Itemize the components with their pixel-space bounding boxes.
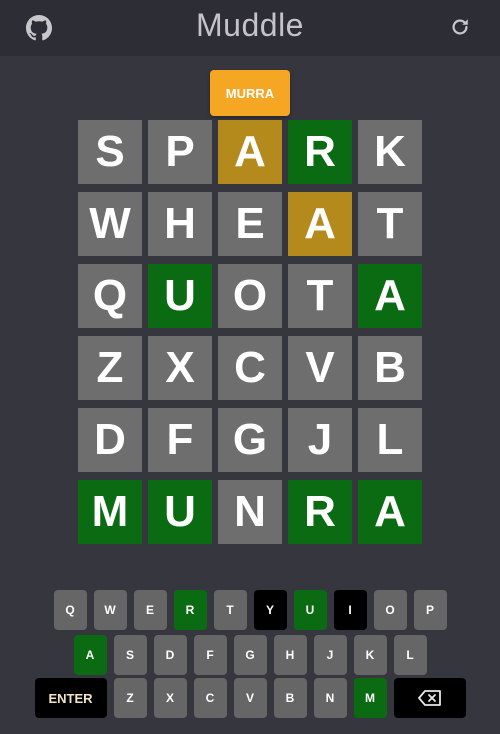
key-i[interactable]: I	[333, 590, 367, 630]
tile-r5-c4: J	[288, 408, 352, 472]
keyboard-row: QWERTYUIOP	[0, 590, 500, 630]
tile-r6-c4: R	[288, 480, 352, 544]
answer-toast: MURRA	[210, 70, 290, 116]
backspace-icon	[417, 690, 441, 706]
tile-r4-c1: Z	[78, 336, 142, 400]
refresh-icon[interactable]	[449, 16, 471, 38]
key-h[interactable]: H	[273, 635, 307, 675]
key-a[interactable]: A	[73, 635, 107, 675]
tile-r4-c2: X	[148, 336, 212, 400]
tile-r1-c1: S	[78, 120, 142, 184]
key-e[interactable]: E	[133, 590, 167, 630]
key-j[interactable]: J	[313, 635, 347, 675]
key-s[interactable]: S	[113, 635, 147, 675]
tile-r3-c5: A	[358, 264, 422, 328]
tile-r5-c1: D	[78, 408, 142, 472]
tile-r1-c3: A	[218, 120, 282, 184]
tile-r3-c1: Q	[78, 264, 142, 328]
tile-r1-c4: R	[288, 120, 352, 184]
key-x[interactable]: X	[153, 678, 187, 718]
tile-r2-c1: W	[78, 192, 142, 256]
tile-r4-c5: B	[358, 336, 422, 400]
key-k[interactable]: K	[353, 635, 387, 675]
key-f[interactable]: F	[193, 635, 227, 675]
app-title: Muddle	[196, 7, 304, 43]
key-v[interactable]: V	[233, 678, 267, 718]
tile-r2-c3: E	[218, 192, 282, 256]
guess-board: SPARKWHEATQUOTAZXCVBDFGJLMUNRA	[78, 120, 422, 544]
key-c[interactable]: C	[193, 678, 227, 718]
keyboard-row: ASDFGHJKL	[0, 635, 500, 675]
key-d[interactable]: D	[153, 635, 187, 675]
keyboard-row: ENTER Z X C V B N M	[0, 678, 500, 718]
key-y[interactable]: Y	[253, 590, 287, 630]
key-g[interactable]: G	[233, 635, 267, 675]
key-b[interactable]: B	[273, 678, 307, 718]
tile-r1-c2: P	[148, 120, 212, 184]
key-m[interactable]: M	[353, 678, 387, 718]
tile-r6-c3: N	[218, 480, 282, 544]
key-n[interactable]: N	[313, 678, 347, 718]
tile-r2-c4: A	[288, 192, 352, 256]
tile-r6-c1: M	[78, 480, 142, 544]
tile-r3-c2: U	[148, 264, 212, 328]
tile-r4-c3: C	[218, 336, 282, 400]
tile-r3-c3: O	[218, 264, 282, 328]
tile-r2-c2: H	[148, 192, 212, 256]
key-t[interactable]: T	[213, 590, 247, 630]
tile-r5-c3: G	[218, 408, 282, 472]
tile-r1-c5: K	[358, 120, 422, 184]
backspace-key[interactable]	[393, 678, 466, 718]
tile-r2-c5: T	[358, 192, 422, 256]
key-p[interactable]: P	[413, 590, 447, 630]
tile-r5-c5: L	[358, 408, 422, 472]
key-q[interactable]: Q	[53, 590, 87, 630]
app-header: Muddle	[0, 0, 500, 56]
key-w[interactable]: W	[93, 590, 127, 630]
key-o[interactable]: O	[373, 590, 407, 630]
enter-key[interactable]: ENTER	[34, 678, 107, 718]
key-u[interactable]: U	[293, 590, 327, 630]
tile-r6-c2: U	[148, 480, 212, 544]
tile-r5-c2: F	[148, 408, 212, 472]
key-r[interactable]: R	[173, 590, 207, 630]
tile-r4-c4: V	[288, 336, 352, 400]
tile-r6-c5: A	[358, 480, 422, 544]
key-l[interactable]: L	[393, 635, 427, 675]
key-z[interactable]: Z	[113, 678, 147, 718]
tile-r3-c4: T	[288, 264, 352, 328]
